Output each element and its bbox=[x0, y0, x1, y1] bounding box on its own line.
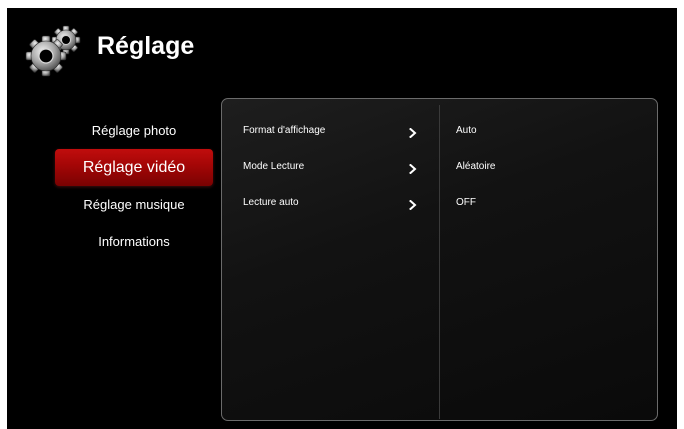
menu-item-label: Réglage vidéo bbox=[82, 159, 186, 176]
setting-row-auto-play[interactable]: Lecture auto OFF bbox=[222, 192, 657, 218]
page-title: Réglage bbox=[97, 32, 195, 60]
menu-item-photo[interactable]: Réglage photo bbox=[55, 112, 213, 149]
setting-label: Lecture auto bbox=[243, 197, 299, 208]
setting-value: Auto bbox=[456, 125, 477, 136]
setting-value: Aléatoire bbox=[456, 161, 496, 172]
setting-label: Mode Lecture bbox=[243, 161, 305, 172]
chevron-right-icon bbox=[409, 200, 417, 210]
chevron-right-icon bbox=[409, 164, 417, 174]
setting-row-display-format[interactable]: Format d'affichage Auto bbox=[222, 120, 657, 146]
setting-row-play-mode[interactable]: Mode Lecture Aléatoire bbox=[222, 156, 657, 182]
menu-item-label: Informations bbox=[98, 234, 170, 249]
header: Réglage bbox=[7, 8, 677, 88]
menu-item-label: Réglage photo bbox=[91, 123, 177, 138]
panel-divider bbox=[439, 105, 440, 419]
menu-item-label: Réglage musique bbox=[83, 197, 185, 212]
menu-item-music[interactable]: Réglage musique bbox=[55, 186, 213, 223]
menu-item-information[interactable]: Informations bbox=[55, 223, 213, 260]
menu-item-video[interactable]: Réglage vidéo bbox=[55, 149, 213, 186]
settings-screen: Réglage Réglage photo Réglage vidéo Régl… bbox=[7, 8, 677, 429]
setting-value: OFF bbox=[456, 197, 476, 208]
settings-panel: Format d'affichage Auto Mode Lecture Alé… bbox=[221, 98, 658, 421]
side-menu: Réglage photo Réglage vidéo Réglage musi… bbox=[55, 112, 213, 260]
gear-icon bbox=[25, 25, 81, 77]
chevron-right-icon bbox=[409, 128, 417, 138]
setting-label: Format d'affichage bbox=[243, 125, 326, 136]
